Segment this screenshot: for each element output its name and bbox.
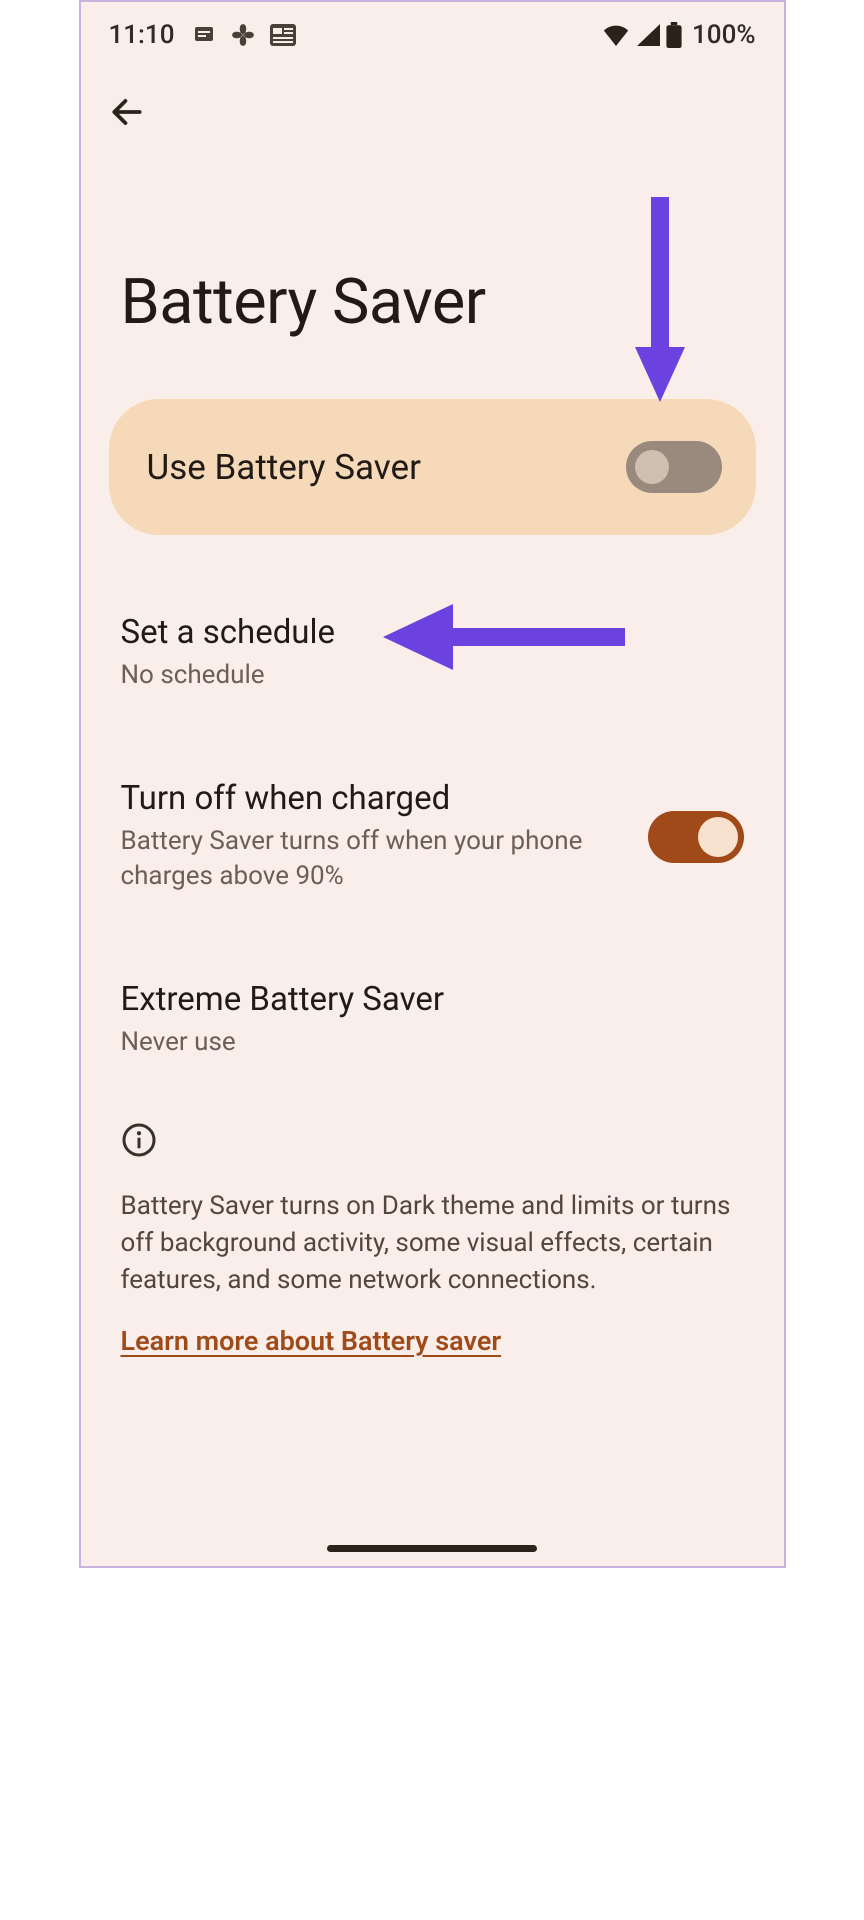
- extreme-saver-title: Extreme Battery Saver: [121, 980, 744, 1019]
- set-schedule-sub: No schedule: [121, 658, 744, 693]
- extreme-saver-sub: Never use: [121, 1025, 744, 1060]
- battery-icon: [666, 22, 682, 48]
- back-button[interactable]: [103, 88, 151, 136]
- info-section: Battery Saver turns on Dark theme and li…: [81, 1082, 784, 1357]
- status-bar: 11:10 100%: [81, 2, 784, 50]
- info-icon: [121, 1122, 157, 1158]
- status-right: 100%: [602, 20, 755, 50]
- extreme-saver-item[interactable]: Extreme Battery Saver Never use: [121, 958, 744, 1082]
- device-frame: 11:10 100% Battery Saver Use Battery Sav…: [79, 0, 786, 1568]
- app-toolbar: [81, 50, 784, 136]
- signal-icon: [636, 24, 660, 46]
- turn-off-charged-title: Turn off when charged: [121, 779, 628, 818]
- status-time: 11:10: [109, 20, 175, 50]
- turn-off-charged-item[interactable]: Turn off when charged Battery Saver turn…: [121, 757, 744, 916]
- wifi-icon: [602, 24, 630, 46]
- photos-icon: [230, 22, 256, 48]
- navigation-pill[interactable]: [327, 1545, 537, 1552]
- use-battery-saver-row[interactable]: Use Battery Saver: [109, 399, 756, 535]
- turn-off-charged-sub: Battery Saver turns off when your phone …: [121, 824, 628, 894]
- arrow-back-icon: [108, 93, 146, 131]
- info-text: Battery Saver turns on Dark theme and li…: [121, 1188, 744, 1299]
- status-notification-icons: [192, 22, 296, 48]
- battery-percentage: 100%: [692, 20, 755, 50]
- set-schedule-title: Set a schedule: [121, 613, 744, 652]
- use-battery-saver-toggle[interactable]: [626, 441, 722, 493]
- use-battery-saver-label: Use Battery Saver: [147, 447, 421, 488]
- news-icon: [270, 24, 296, 46]
- status-left: 11:10: [109, 20, 297, 50]
- learn-more-link[interactable]: Learn more about Battery saver: [121, 1325, 502, 1357]
- page-title: Battery Saver: [81, 136, 784, 399]
- turn-off-charged-toggle[interactable]: [648, 811, 744, 863]
- settings-list: Set a schedule No schedule Turn off when…: [81, 535, 784, 1082]
- set-schedule-item[interactable]: Set a schedule No schedule: [121, 591, 744, 715]
- messages-icon: [192, 23, 216, 47]
